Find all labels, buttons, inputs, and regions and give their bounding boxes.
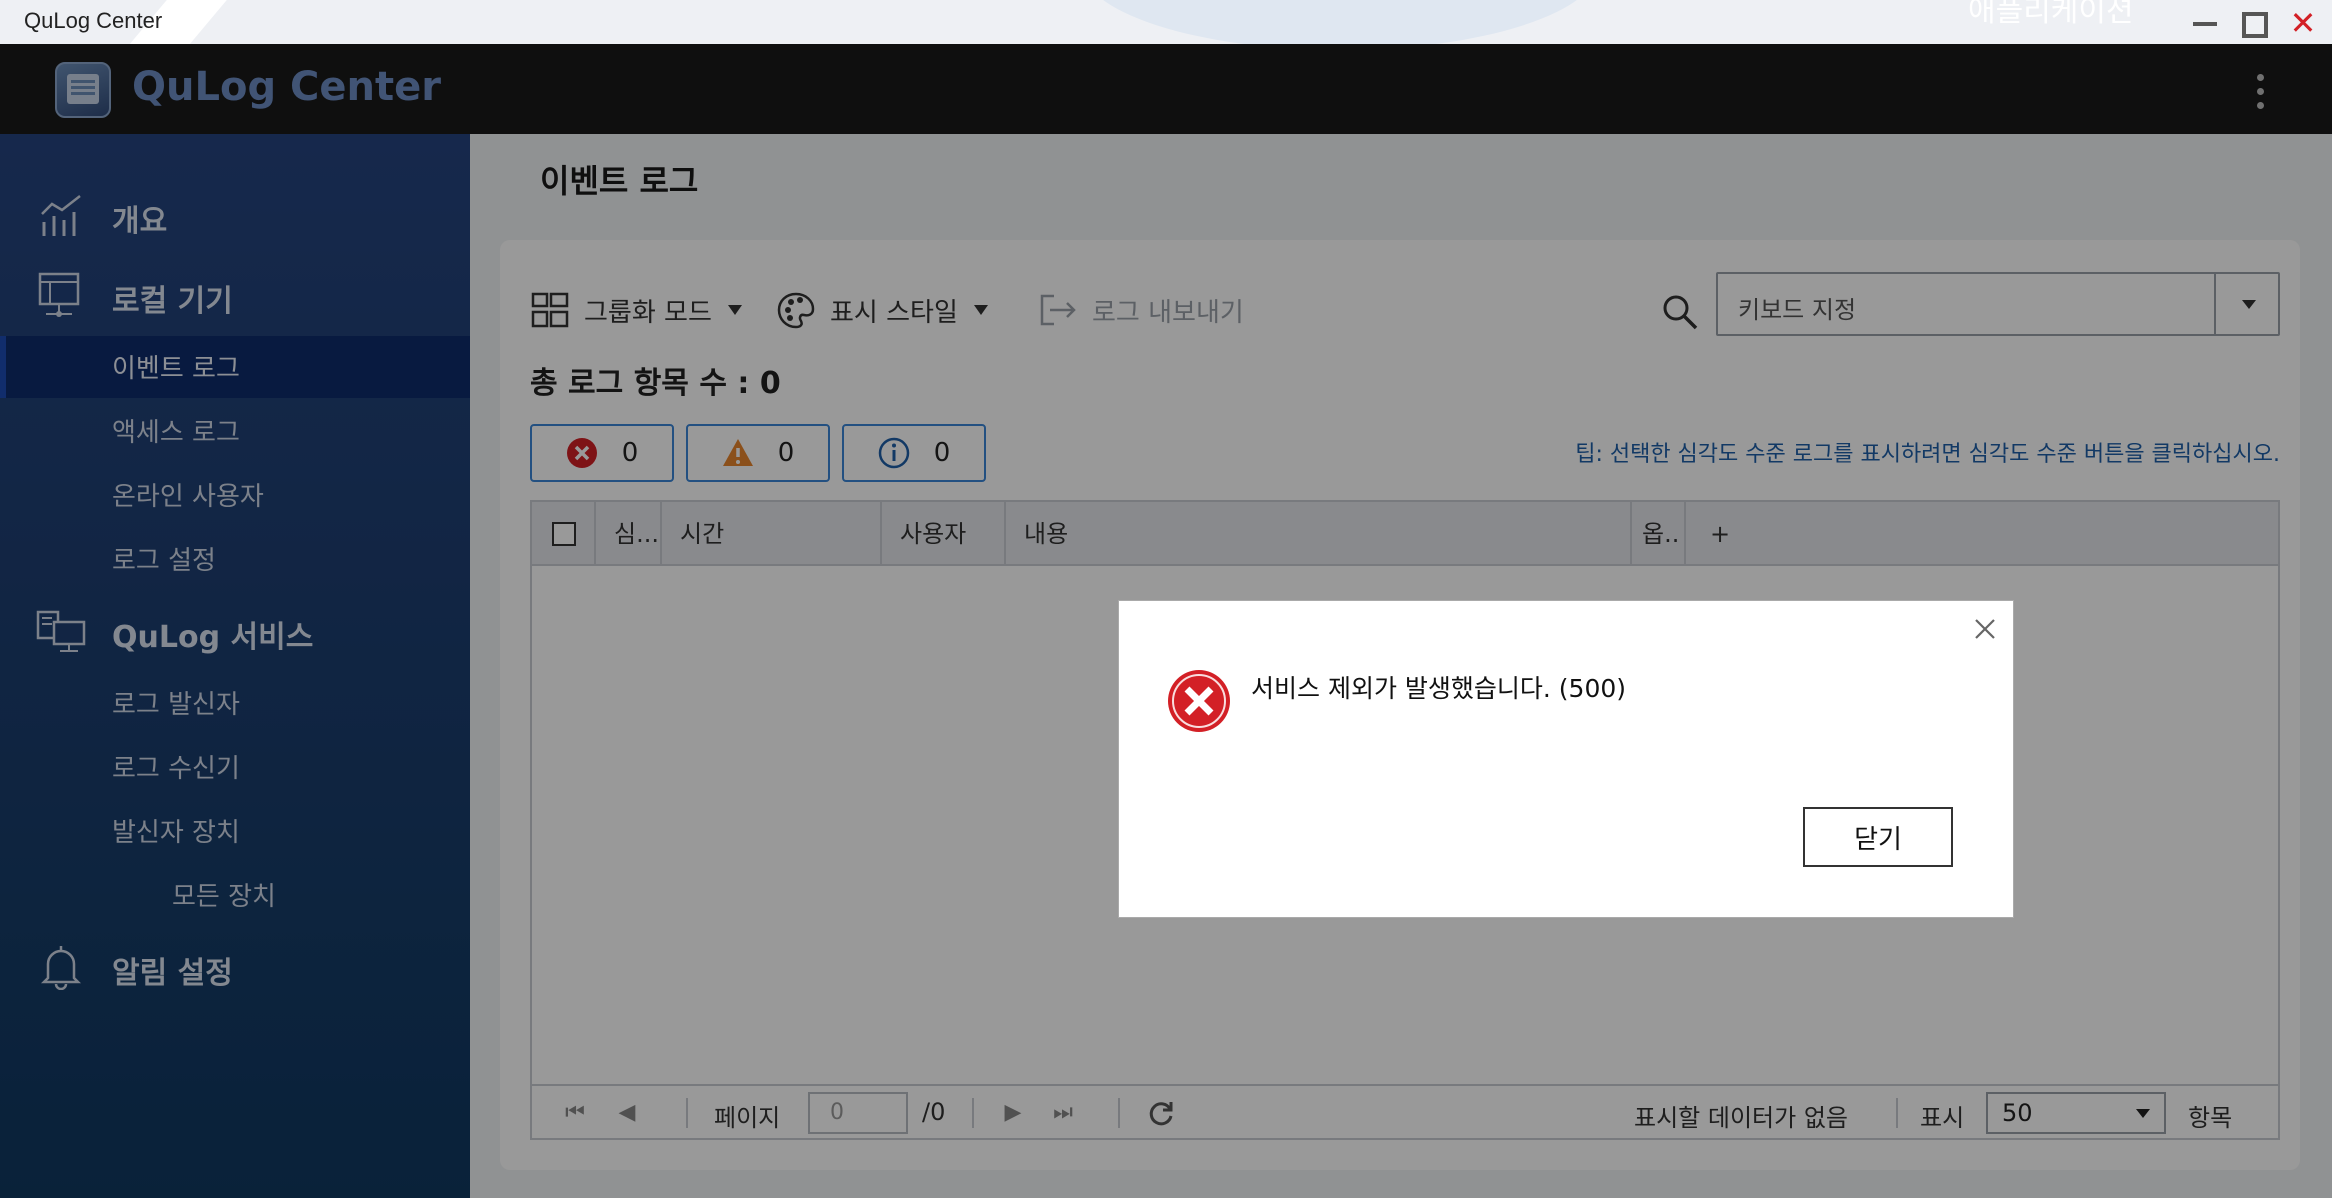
background-app-title: 애플리케이션 bbox=[1968, 0, 2134, 29]
close-icon[interactable] bbox=[1971, 615, 1999, 643]
titlebar-decoration bbox=[1080, 0, 1600, 44]
error-message: 서비스 제외가 발생했습니다. (500) bbox=[1251, 674, 1627, 703]
error-dialog: 서비스 제외가 발생했습니다. (500) 닫기 bbox=[1118, 600, 2014, 918]
window-close-button[interactable]: ✕ bbox=[2288, 7, 2318, 39]
minimize-button[interactable] bbox=[2190, 8, 2220, 38]
error-icon bbox=[1168, 670, 1230, 732]
close-button[interactable]: 닫기 bbox=[1803, 807, 1953, 867]
window-title: QuLog Center bbox=[24, 8, 163, 33]
window-titlebar: 애플리케이션 QuLog Center ✕ bbox=[0, 0, 2332, 44]
maximize-button[interactable] bbox=[2238, 8, 2268, 38]
